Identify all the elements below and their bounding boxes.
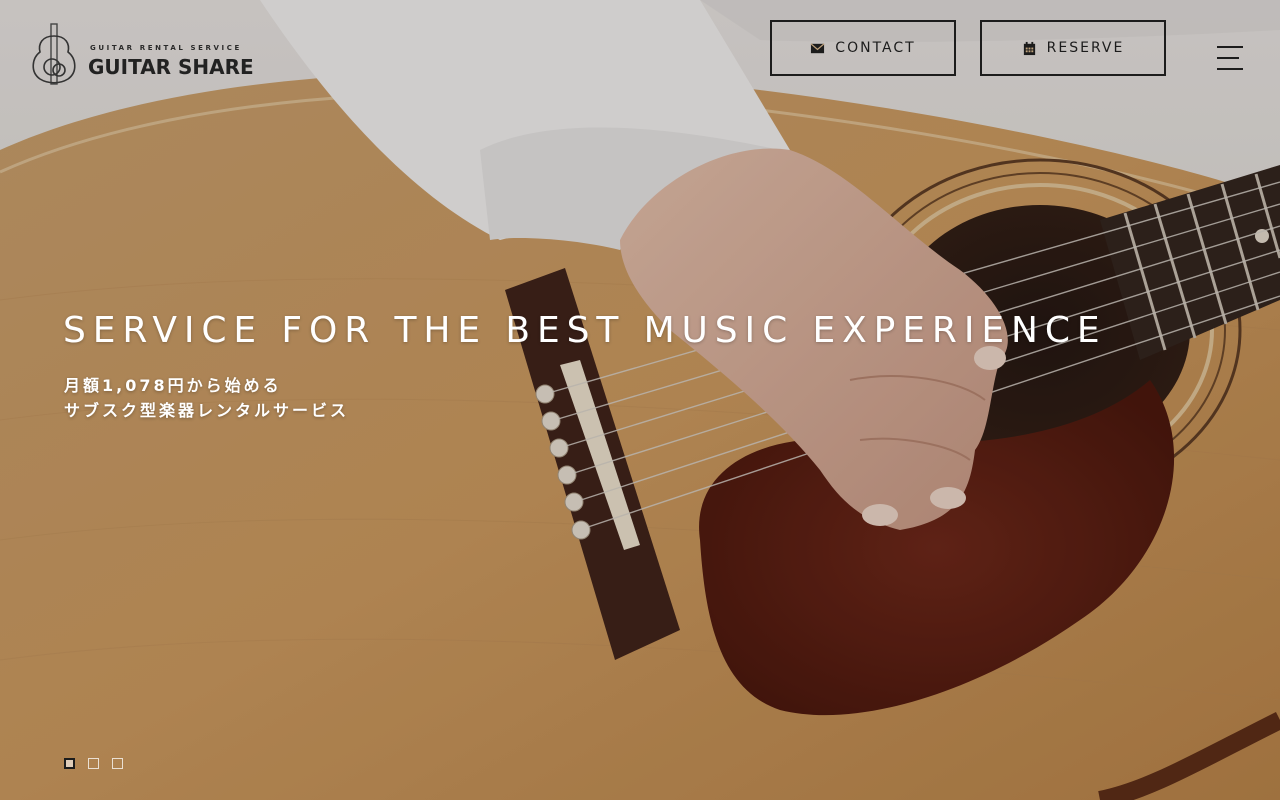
contact-button[interactable]: CONTACT [770,20,956,76]
logo-wordmark: GUITAR SHARE [88,55,254,79]
menu-line-bottom [1217,68,1243,70]
hero-subcopy-line-1: 月額1,078円から始める [64,376,282,395]
hero-section: GUITAR RENTAL SERVICE GUITAR SHARE CONTA… [0,0,1280,800]
menu-line-top [1217,46,1243,48]
hamburger-menu-icon[interactable] [1212,40,1248,76]
slide-dot-3[interactable] [112,758,123,769]
calendar-icon [1023,41,1035,55]
guitar-logo-icon [32,23,76,85]
reserve-button-label: RESERVE [1046,40,1125,56]
hero-subcopy-line-2: サブスク型楽器レンタルサービス [64,401,350,420]
hero-headline: SERVICE FOR THE BEST MUSIC EXPERIENCE [63,310,1107,351]
contact-button-label: CONTACT [835,40,916,56]
slide-dot-1[interactable] [64,758,75,769]
logo-tagline: GUITAR RENTAL SERVICE [90,44,242,52]
site-logo[interactable]: GUITAR RENTAL SERVICE GUITAR SHARE [28,22,268,86]
slide-dot-2[interactable] [88,758,99,769]
menu-line-middle [1217,57,1239,59]
envelope-icon [810,42,825,53]
hero-subcopy: 月額1,078円から始める サブスク型楽器レンタルサービス [64,373,349,423]
reserve-button[interactable]: RESERVE [980,20,1166,76]
